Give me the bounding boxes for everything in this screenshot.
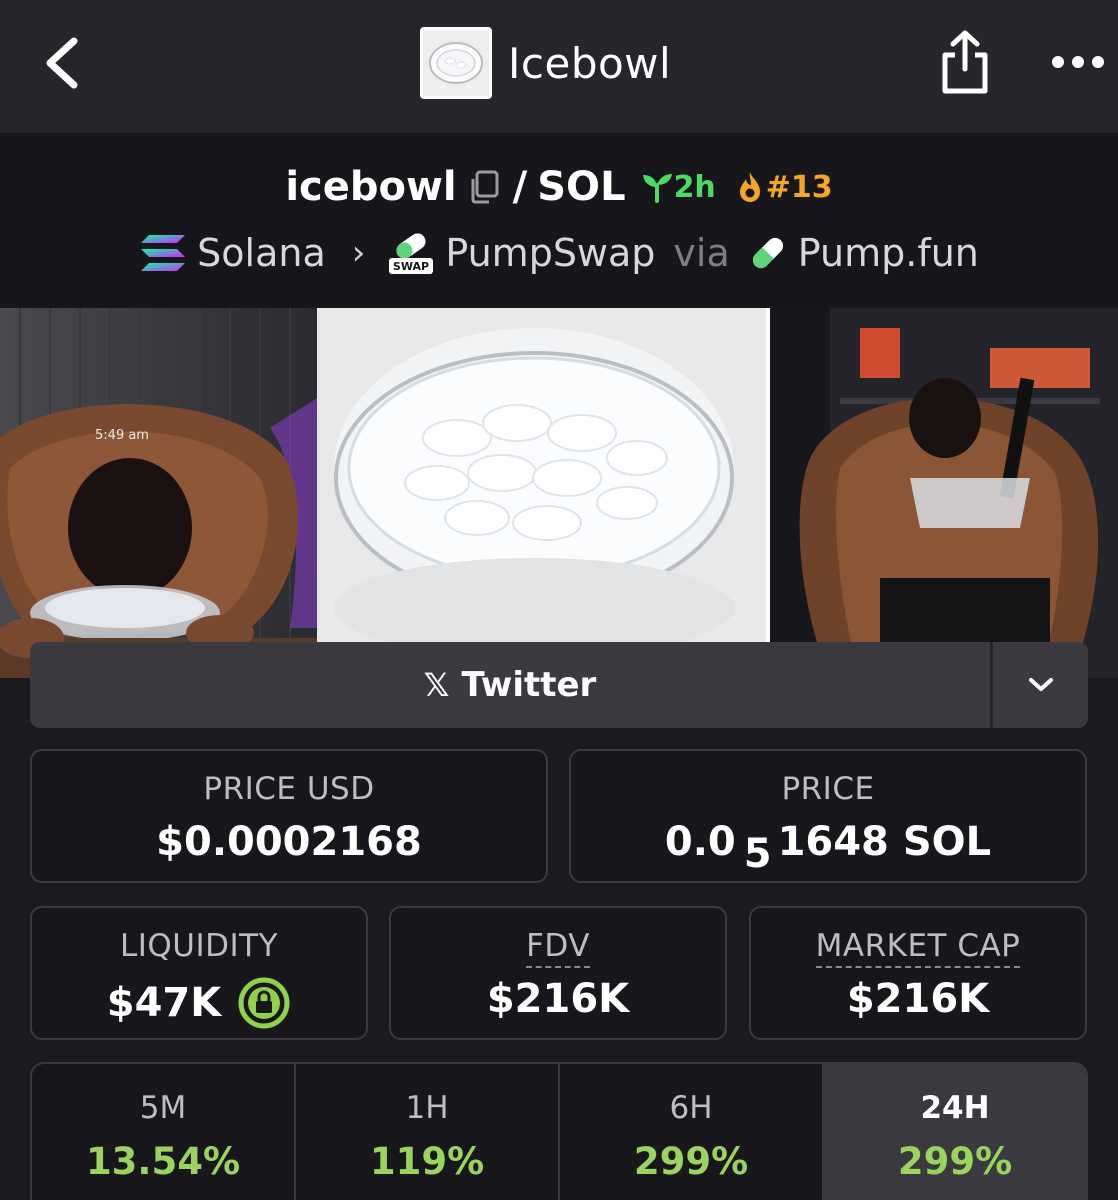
copy-address-icon[interactable] <box>467 169 501 205</box>
price-native-card: PRICE 0.0 5 1648 SOL <box>569 749 1087 883</box>
price-native-suffix: 1648 SOL <box>777 819 992 865</box>
timeframe-label: 24H <box>920 1090 990 1126</box>
token-title-group: Icebowl <box>420 26 671 100</box>
chain-name[interactable]: Solana <box>197 231 326 275</box>
fdv-value: $216K <box>486 976 630 1022</box>
price-usd-label: PRICE USD <box>203 771 375 807</box>
change-percent: 299% <box>897 1140 1013 1183</box>
change-percent: 299% <box>633 1140 749 1183</box>
dex-name[interactable]: PumpSwap <box>445 231 655 275</box>
via-label: via <box>673 231 730 275</box>
pair-separator: / <box>512 164 528 210</box>
liquidity-locked-icon[interactable] <box>237 976 291 1030</box>
chevron-left-icon <box>46 37 78 89</box>
liquidity-label: LIQUIDITY <box>119 928 279 964</box>
price-usd-card: PRICE USD $0.0002168 <box>30 749 548 883</box>
chevron-right-icon: › <box>351 233 366 273</box>
tab-change-1h[interactable]: 1H 119% <box>296 1064 560 1200</box>
chevron-down-icon <box>1028 678 1053 691</box>
fdv-card: FDV $216K <box>389 906 727 1040</box>
flame-icon <box>739 172 760 202</box>
launchpad-name[interactable]: Pump.fun <box>798 231 979 275</box>
price-change-tabs: 5M 13.54% 1H 119% 6H 299% 24H 299% <box>30 1062 1088 1200</box>
x-logo-icon: 𝕏 <box>423 666 450 704</box>
market-cap-value: $216K <box>846 976 990 1022</box>
price-native-prefix: 0.0 <box>664 819 736 865</box>
ice-bowl-thumbnail-icon <box>423 30 489 96</box>
price-native-label: PRICE <box>781 771 875 807</box>
fdv-label[interactable]: FDV <box>526 928 590 968</box>
tab-change-24h[interactable]: 24H 299% <box>824 1064 1086 1200</box>
pair-header: icebowl / SOL 2h #13 Solana › SWAP PumpS… <box>0 133 1118 308</box>
more-options-button[interactable] <box>1046 40 1110 84</box>
price-usd-value: $0.0002168 <box>156 819 422 865</box>
page-title: Icebowl <box>508 38 672 88</box>
banner-image-left: 5:49 am <box>0 308 317 678</box>
banner-image-right <box>766 308 1118 678</box>
share-icon <box>942 30 988 94</box>
twitter-button[interactable]: 𝕏 Twitter <box>30 642 990 728</box>
social-links-bar: 𝕏 Twitter <box>30 642 1088 728</box>
timeframe-label: 5M <box>139 1090 187 1126</box>
pair-base-symbol: icebowl <box>285 164 457 210</box>
pair-age-text: 2h <box>673 169 716 205</box>
social-dropdown-button[interactable] <box>990 642 1088 728</box>
trending-rank-text: #13 <box>765 169 833 205</box>
solana-logo-icon <box>141 235 186 271</box>
pair-age-badge: 2h <box>640 170 716 205</box>
back-button[interactable] <box>30 28 94 98</box>
liquidity-card: LIQUIDITY $47K <box>30 906 368 1040</box>
timeframe-label: 6H <box>669 1090 713 1126</box>
top-nav-bar: Icebowl <box>0 0 1118 133</box>
timeframe-label: 1H <box>405 1090 449 1126</box>
change-percent: 13.54% <box>85 1140 241 1183</box>
twitter-label: Twitter <box>461 665 597 705</box>
banner-image-center <box>317 308 766 678</box>
token-banner: 5:49 am <box>0 308 1118 678</box>
tab-change-6h[interactable]: 6H 299% <box>560 1064 824 1200</box>
timestamp-overlay: 5:49 am <box>95 428 149 443</box>
market-cap-card: MARKET CAP $216K <box>749 906 1087 1040</box>
token-logo <box>420 27 492 99</box>
change-percent: 119% <box>369 1140 485 1183</box>
liquidity-value: $47K <box>106 980 222 1026</box>
share-button[interactable] <box>930 24 1000 100</box>
pumpswap-logo-icon: SWAP <box>389 233 434 274</box>
pair-quote-symbol: SOL <box>537 164 626 210</box>
trending-rank-badge[interactable]: #13 <box>734 170 833 205</box>
pill-icon <box>752 237 783 269</box>
seedling-icon <box>642 174 672 203</box>
pumpswap-badge-text: SWAP <box>393 260 429 273</box>
pair-title-row: icebowl / SOL 2h #13 <box>0 161 1118 213</box>
tab-change-5m[interactable]: 5M 13.54% <box>32 1064 296 1200</box>
market-cap-label[interactable]: MARKET CAP <box>815 928 1021 968</box>
price-zero-count: 5 <box>743 831 772 877</box>
ellipsis-icon <box>1052 56 1104 68</box>
chain-route-row: Solana › SWAP PumpSwap via Pump.fun <box>0 227 1118 279</box>
